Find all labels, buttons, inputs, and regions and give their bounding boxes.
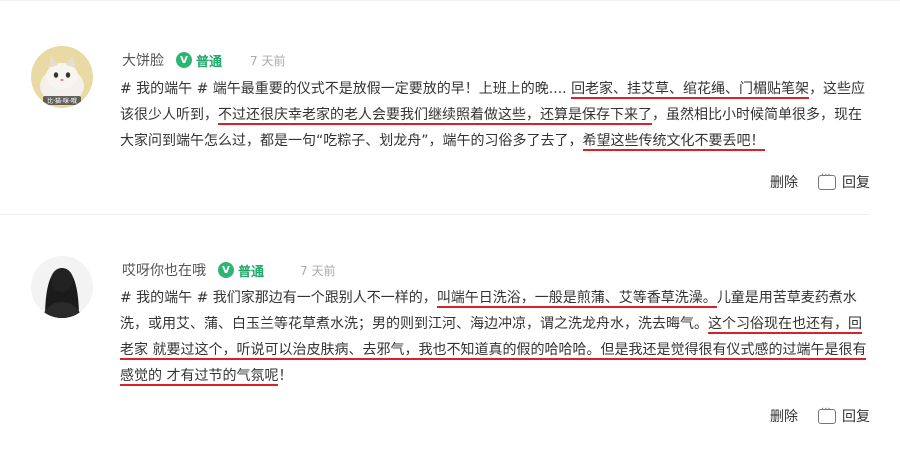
comment-divider — [0, 214, 870, 215]
delete-button[interactable]: 删除 — [770, 172, 798, 192]
username[interactable]: 哎呀你也在哦 — [122, 260, 206, 280]
avatar[interactable] — [31, 256, 93, 318]
reply-bubble-icon — [818, 404, 836, 424]
comment-actions: 删除 回复 — [770, 170, 870, 192]
delete-button[interactable]: 删除 — [770, 406, 798, 426]
reply-label: 回复 — [842, 409, 870, 425]
underlined-segment: 不过还很庆幸老家的老人会要我们继续照着做这些，还算是保存下来了 — [218, 107, 652, 125]
badge-label: 普通 — [196, 54, 223, 70]
delete-label: 删除 — [770, 175, 798, 191]
verified-v-icon: V — [176, 52, 192, 68]
comment-meta: 大饼脸 V 普通 7 天前 — [122, 49, 285, 71]
underlined-segment: 希望这些传统文化不要丢吧！ — [582, 133, 765, 151]
comment-meta: 哎呀你也在哦 V 普通 7 天前 — [122, 259, 335, 281]
underlined-segment: 叫端午日洗浴，一般是煎蒲、艾等香草洗澡。 — [436, 290, 717, 308]
comment-text: # 我的端午 # 端午最重要的仪式不是放假一定要放的早！上班上的晚.... 回老… — [120, 76, 872, 154]
text-segment: ！ — [278, 368, 293, 384]
comment-actions: 删除 回复 — [770, 404, 870, 426]
avatar-cat-image: 比·猫·咪·哦 — [31, 46, 93, 108]
top-divider — [0, 0, 900, 11]
delete-label: 删除 — [770, 409, 798, 425]
verified-v-icon: V — [218, 262, 234, 278]
underlined-segment: 回老家、挂艾草、绾花绳、门楣贴笔架 — [571, 81, 810, 99]
reply-button[interactable]: 回复 — [818, 170, 870, 192]
text-segment: # 我的端午 # 端午最重要的仪式不是放假一定要放的早！上班上的晚.... — [120, 81, 572, 97]
avatar-caption: 比·猫·咪·哦 — [47, 97, 77, 105]
avatar-girl-image — [31, 256, 93, 318]
username[interactable]: 大饼脸 — [122, 50, 164, 70]
level-badge: V 普通 — [176, 51, 222, 70]
timestamp: 7 天前 — [250, 53, 286, 68]
level-badge: V 普通 — [218, 261, 264, 280]
avatar[interactable]: 比·猫·咪·哦 — [31, 46, 93, 108]
text-segment: # 我的端午 # 我们家那边有一个跟别人不一样的， — [120, 290, 437, 306]
timestamp: 7 天前 — [300, 263, 336, 278]
comment-text: # 我的端午 # 我们家那边有一个跟别人不一样的，叫端午日洗浴，一般是煎蒲、艾等… — [120, 285, 872, 389]
reply-bubble-icon — [818, 170, 836, 190]
reply-button[interactable]: 回复 — [818, 404, 870, 426]
reply-label: 回复 — [842, 175, 870, 191]
badge-label: 普通 — [238, 264, 265, 280]
